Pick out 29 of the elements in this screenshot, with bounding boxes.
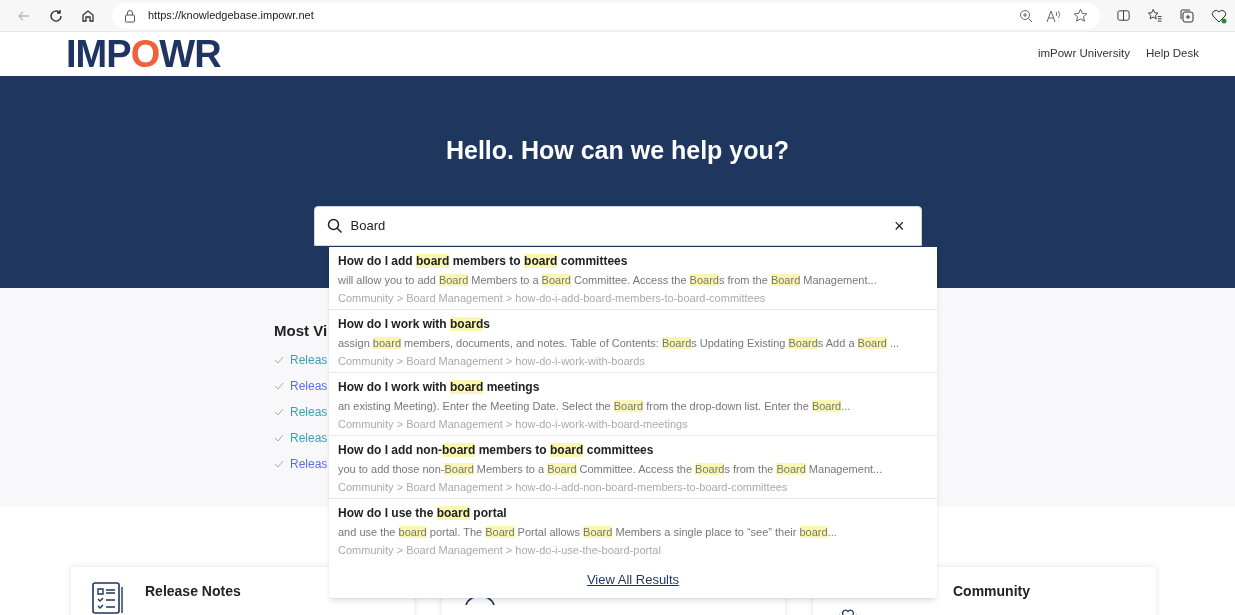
article-link[interactable]: Releas [290,377,328,395]
result-snippet: and use the board portal. The Board Portal allows Board Members a single place to “see” their board... [338,525,838,540]
result-snippet: an existing Meeting). Enter the Meeting Date. Select the Board from the drop-down list. Enter the Board... [338,399,852,414]
result-title: How do I work with boards [338,316,492,333]
url-text: https://knowledgebase.impowr.net [148,8,315,24]
article-link[interactable]: Releas [290,455,328,473]
result-title: How do I work with board meetings [338,379,541,396]
search-field[interactable]: Board × [313,205,922,246]
result-path: Community > Board Management > how-do-i-use-the-board-portal [338,543,662,558]
result-path: Community > Board Management > how-do-i-add-non-board-members-to-board-committees [338,480,789,495]
hero-heading: Hello. How can we help you? [445,135,790,166]
card-title: Community [953,582,1030,601]
address-bar[interactable]: https://knowledgebase.impowr.net [112,2,1100,29]
nav-link[interactable]: Help Desk [1145,45,1199,63]
result-path: Community > Board Management > how-do-i-work-with-boards [338,354,646,369]
result-title: How do I add board members to board committees [338,253,629,270]
search-result[interactable]: How do I use the board portal and use the board portal. The Board Portal allows Board Members a single place to “see” their board... Community > Board Management > how-do-i-use-the-board-portal [329,499,937,562]
card-title: Release Notes [145,582,241,601]
result-snippet: will allow you to add Board Members to a Board Committee. Access the Boards from the Board Management... [338,273,878,288]
result-title: How do I use the board portal [338,505,508,522]
view-all-link[interactable]: View All Results [586,570,680,590]
logo[interactable]: IMPOWR [66,35,221,73]
nav-link[interactable]: imPowr University [1037,45,1130,63]
result-path: Community > Board Management > how-do-i-add-board-members-to-board-committees [338,291,767,306]
section-heading: Most Vi [274,321,328,341]
result-snippet: you to add those non-Board Members to a Board Committee. Access the Boards from the Board Management... [338,462,884,477]
result-path: Community > Board Management > how-do-i-work-with-board-meetings [338,417,689,432]
result-title: How do I add non-board members to board committees [338,442,655,459]
clear-button[interactable]: × [890,216,909,235]
